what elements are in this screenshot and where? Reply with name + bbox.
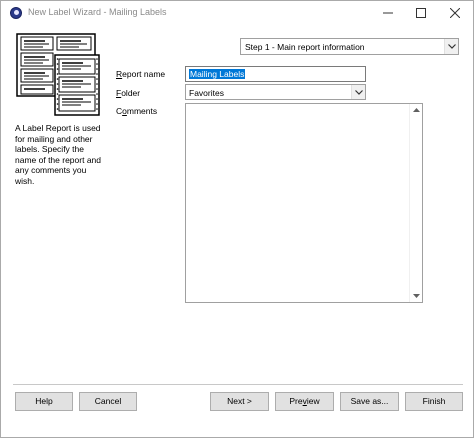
close-icon (450, 8, 460, 18)
comments-textarea[interactable] (185, 103, 423, 303)
help-button[interactable]: Help (15, 392, 73, 411)
folder-label-rest: older (121, 88, 141, 98)
label-sheets-icon (16, 33, 100, 116)
preview-label-b: iew (306, 396, 320, 406)
footer-separator (13, 384, 463, 385)
report-name-label-rest: eport name (122, 69, 166, 79)
folder-dropdown-value: Favorites (189, 88, 224, 98)
comments-label-rest: mments (126, 106, 158, 116)
chevron-down-icon (448, 44, 456, 49)
cancel-button[interactable]: Cancel (79, 392, 137, 411)
finish-button[interactable]: Finish (405, 392, 463, 411)
maximize-icon (416, 8, 426, 18)
wizard-window: New Label Wizard - Mailing Labels A Labe… (0, 0, 474, 438)
folder-dropdown[interactable]: Favorites (185, 84, 366, 100)
description-text: A Label Report is used for mailing and o… (15, 123, 102, 186)
report-name-label: Report name (116, 69, 166, 79)
step-dropdown-arrow[interactable] (444, 39, 458, 54)
minimize-icon (383, 12, 393, 14)
window-title: New Label Wizard - Mailing Labels (28, 7, 167, 17)
minimize-button[interactable] (371, 1, 405, 25)
step-dropdown[interactable]: Step 1 - Main report information (240, 38, 459, 55)
comments-scrollbar[interactable] (409, 104, 422, 302)
preview-label-a: Pre (289, 396, 303, 406)
report-name-value: Mailing Labels (189, 69, 246, 79)
chevron-down-icon (355, 90, 363, 95)
scroll-up-icon[interactable] (413, 108, 420, 112)
maximize-button[interactable] (404, 1, 438, 25)
next-button[interactable]: Next > (210, 392, 269, 411)
scroll-down-icon[interactable] (413, 294, 420, 298)
title-bar[interactable]: New Label Wizard - Mailing Labels (1, 1, 473, 25)
close-button[interactable] (438, 1, 472, 25)
preview-button[interactable]: Preview (275, 392, 334, 411)
folder-dropdown-arrow[interactable] (351, 85, 365, 99)
app-icon (10, 7, 22, 19)
comments-label: Comments (116, 106, 157, 116)
folder-label: Folder (116, 88, 141, 98)
report-name-input[interactable]: Mailing Labels (185, 66, 366, 82)
save-as-button[interactable]: Save as... (340, 392, 399, 411)
step-dropdown-value: Step 1 - Main report information (245, 42, 365, 52)
